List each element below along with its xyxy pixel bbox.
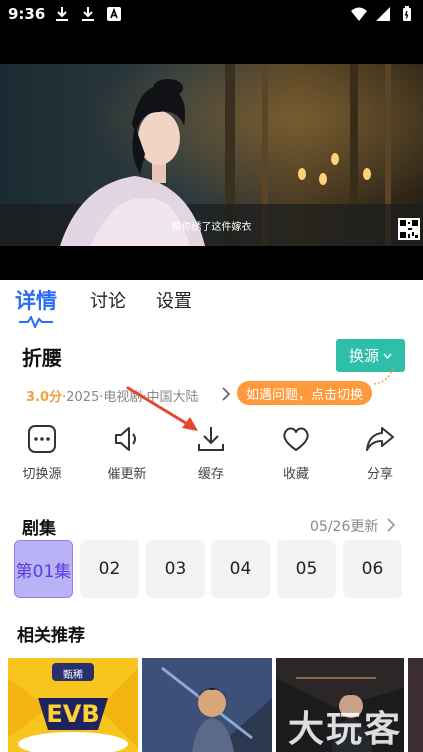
switch-source-icon [28,425,56,453]
tab-settings[interactable]: 设置 [156,287,192,313]
heart-icon [283,427,309,451]
show-title: 折腰 [22,346,62,370]
status-bar: 9:36 [0,0,423,30]
episode-cell[interactable]: 第01集 [14,540,73,598]
recommendation-badge: 甄稀 [63,670,83,681]
watermark: 大玩客 [288,709,403,750]
chevron-right-icon[interactable] [386,517,396,533]
episode-cell[interactable]: 05 [277,540,336,598]
a-badge-icon [107,7,121,21]
status-time: 9:36 [8,5,46,23]
source-tooltip[interactable]: 如遇问题，点击切换 [237,381,373,405]
episodes-title: 剧集 [22,519,56,539]
share-icon [366,427,394,451]
recommendation-card[interactable] [408,658,423,752]
action-label: 缓存 [197,467,224,482]
chevron-right-icon[interactable] [220,386,232,402]
episode-cell[interactable]: 02 [80,540,139,598]
download-icon [82,7,94,21]
tooltip-curl-icon [373,367,397,385]
recommendation-poster [142,658,272,752]
chevron-down-icon [383,353,392,359]
qr-code-icon [398,218,420,240]
episode-cell[interactable]: 04 [211,540,270,598]
action-label: 切换源 [22,467,62,482]
recommendation-card[interactable]: EVB 甄稀 [8,658,138,752]
recommendation-poster [408,658,423,752]
switch-source-action[interactable]: 切换源 [7,422,77,482]
action-label: 分享 [366,467,393,482]
share-action[interactable]: 分享 [345,422,415,482]
recommendation-card[interactable] [142,658,272,752]
tab-details[interactable]: 详情 [15,285,57,315]
annotation-arrow [126,386,198,431]
episodes-update-text[interactable]: 05/26更新 [310,516,378,536]
battery-icon [403,6,411,21]
favorite-action[interactable]: 收藏 [261,422,331,482]
switch-source-label: 换源 [348,347,379,365]
action-label: 收藏 [282,467,309,482]
download-icon [56,7,68,21]
action-label: 催更新 [107,467,147,482]
signal-icon [376,7,390,21]
active-tab-wave-icon [19,316,53,328]
wifi-icon [351,7,367,21]
system-icons [351,6,415,22]
notification-icons [54,6,122,22]
episode-cell[interactable]: 03 [146,540,205,598]
tab-discussion[interactable]: 讨论 [90,287,126,313]
video-player[interactable]: 帮你绣了这件嫁衣 [0,30,423,280]
recommendations-title: 相关推荐 [17,626,85,646]
episode-cell[interactable]: 06 [343,540,402,598]
show-score: 3.0分 [26,390,63,405]
video-subtitle: 帮你绣了这件嫁衣 [171,222,252,233]
svg-text:EVB: EVB [46,700,99,728]
detail-tabs: 详情 讨论 设置 [0,280,423,332]
